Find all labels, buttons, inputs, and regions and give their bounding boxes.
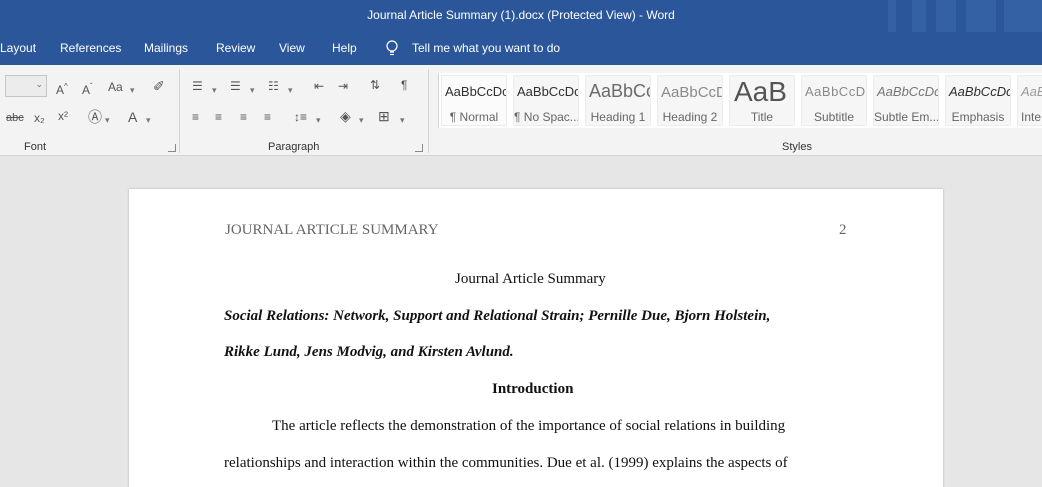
running-head: JOURNAL ARTICLE SUMMARY	[225, 222, 439, 238]
chevron-down-icon[interactable]: ▾	[212, 83, 217, 97]
chevron-down-icon[interactable]: ▾	[146, 113, 151, 127]
style-emphasis[interactable]: AaBbCcDc Emphasis	[945, 75, 1011, 126]
superscript-icon[interactable]: x²	[58, 109, 68, 123]
style-subtle-emphasis[interactable]: AaBbCcDc Subtle Em...	[873, 75, 939, 126]
tab-references[interactable]: References	[60, 41, 121, 55]
chevron-down-icon[interactable]: ▾	[105, 113, 110, 127]
tab-help[interactable]: Help	[332, 41, 357, 55]
section-heading: Introduction	[492, 381, 574, 397]
tab-review[interactable]: Review	[216, 41, 255, 55]
decrease-indent-icon[interactable]: ⇤	[314, 79, 324, 93]
style-name: Subtle Em...	[874, 110, 939, 124]
change-case-icon[interactable]: Aa	[108, 80, 123, 94]
group-separator	[179, 69, 180, 153]
increase-indent-icon[interactable]: ⇥	[338, 79, 348, 93]
body-text-line: The article reflects the demonstration o…	[272, 418, 786, 434]
strikethrough-icon[interactable]: abc	[6, 111, 24, 125]
ribbon: ⌄ A^ Aˇ Aa ▾ ✐ abc x₂ x² Ⓐ ▾ A ▾ Font ☰ …	[0, 65, 1042, 156]
chevron-down-icon[interactable]: ▾	[316, 113, 321, 127]
align-left-icon[interactable]: ≡	[192, 110, 199, 124]
style-subtitle[interactable]: AaBbCcD Subtitle	[801, 75, 867, 126]
tell-me-search[interactable]: Tell me what you want to do	[412, 41, 560, 55]
style-heading-1[interactable]: AaBbCc Heading 1	[585, 75, 651, 126]
style-preview: AaBbCc	[589, 81, 651, 101]
style-name: Inte	[1021, 110, 1042, 124]
shrink-font-icon[interactable]: Aˇ	[82, 80, 93, 97]
style-heading-2[interactable]: AaBbCcD Heading 2	[657, 75, 723, 126]
tab-layout[interactable]: Layout	[0, 41, 36, 55]
tab-mailings[interactable]: Mailings	[144, 41, 188, 55]
paragraph-dialog-launcher[interactable]	[415, 144, 423, 152]
tab-view[interactable]: View	[279, 41, 305, 55]
styles-group-label: Styles	[782, 141, 812, 153]
clear-formatting-icon[interactable]: ✐	[153, 79, 165, 93]
chevron-down-icon: ⌄	[35, 79, 43, 89]
style-name: Emphasis	[951, 110, 1005, 124]
text-effects-icon[interactable]: Ⓐ	[88, 110, 102, 124]
style-name: Heading 2	[662, 110, 718, 124]
show-marks-icon[interactable]: ¶	[401, 78, 407, 92]
style-preview: AaBbCcD	[805, 84, 866, 99]
borders-icon[interactable]: ⊞	[378, 109, 390, 123]
style-title[interactable]: AaB Title	[729, 75, 795, 126]
style-name: Heading 1	[590, 110, 646, 124]
style-intense-emphasis[interactable]: AaBb Inte	[1017, 75, 1042, 126]
body-text-line: relationships and interaction within the…	[224, 455, 788, 471]
sort-icon[interactable]: ⇅	[370, 78, 380, 92]
subscript-icon[interactable]: x₂	[34, 111, 45, 125]
paragraph-group-label: Paragraph	[268, 141, 320, 153]
window-title: Journal Article Summary (1).docx (Protec…	[367, 8, 675, 22]
shading-icon[interactable]: ◈	[340, 109, 351, 123]
style-normal[interactable]: AaBbCcDc ¶ Normal	[441, 75, 507, 126]
title-bar: Journal Article Summary (1).docx (Protec…	[0, 0, 1042, 32]
align-right-icon[interactable]: ≡	[240, 110, 247, 124]
font-group-label: Font	[24, 141, 47, 153]
style-preview: AaB	[734, 76, 787, 107]
font-dialog-launcher[interactable]	[168, 144, 176, 152]
chevron-down-icon[interactable]: ▾	[130, 83, 135, 97]
style-preview: AaBbCcD	[661, 84, 723, 101]
style-preview: AaBbCcDc	[877, 84, 939, 99]
chevron-down-icon[interactable]: ▾	[400, 113, 405, 127]
ribbon-tabs: Layout References Mailings Review View H…	[0, 32, 1042, 65]
justify-icon[interactable]: ≡	[264, 110, 271, 124]
font-color-icon[interactable]: A	[128, 110, 137, 124]
citation-line: Social Relations: Network, Support and R…	[224, 308, 771, 324]
citation-line: Rikke Lund, Jens Modvig, and Kirsten Avl…	[224, 344, 514, 360]
chevron-down-icon[interactable]: ▾	[359, 113, 364, 127]
style-name: ¶ Normal	[449, 110, 499, 124]
line-spacing-icon[interactable]: ↕≡	[294, 110, 307, 124]
page-number: 2	[839, 222, 847, 238]
style-name: Subtitle	[813, 110, 855, 124]
grow-font-icon[interactable]: A^	[56, 80, 68, 97]
style-preview: AaBbCcDc	[949, 84, 1011, 99]
numbering-icon[interactable]: ☰	[230, 79, 241, 93]
style-preview: AaBb	[1021, 84, 1042, 99]
style-name: ¶ No Spac...	[514, 110, 579, 124]
style-preview: AaBbCcDc	[445, 84, 507, 99]
document-page[interactable]: JOURNAL ARTICLE SUMMARY 2 Journal Articl…	[129, 189, 943, 487]
center-icon[interactable]: ≡	[215, 110, 222, 124]
bullets-icon[interactable]: ☰	[192, 79, 203, 93]
styles-gallery: AaBbCcDc ¶ Normal AaBbCcDc ¶ No Spac... …	[438, 73, 1042, 128]
chevron-down-icon[interactable]: ▾	[288, 83, 293, 97]
group-separator	[428, 69, 429, 153]
font-size-combo[interactable]: ⌄	[5, 75, 47, 97]
style-name: Title	[750, 110, 774, 124]
lightbulb-icon[interactable]	[385, 40, 399, 57]
multilevel-list-icon[interactable]: ☷	[268, 79, 279, 93]
chevron-down-icon[interactable]: ▾	[250, 83, 255, 97]
style-no-spacing[interactable]: AaBbCcDc ¶ No Spac...	[513, 75, 579, 126]
document-title: Journal Article Summary	[455, 271, 606, 287]
style-preview: AaBbCcDc	[517, 84, 579, 99]
